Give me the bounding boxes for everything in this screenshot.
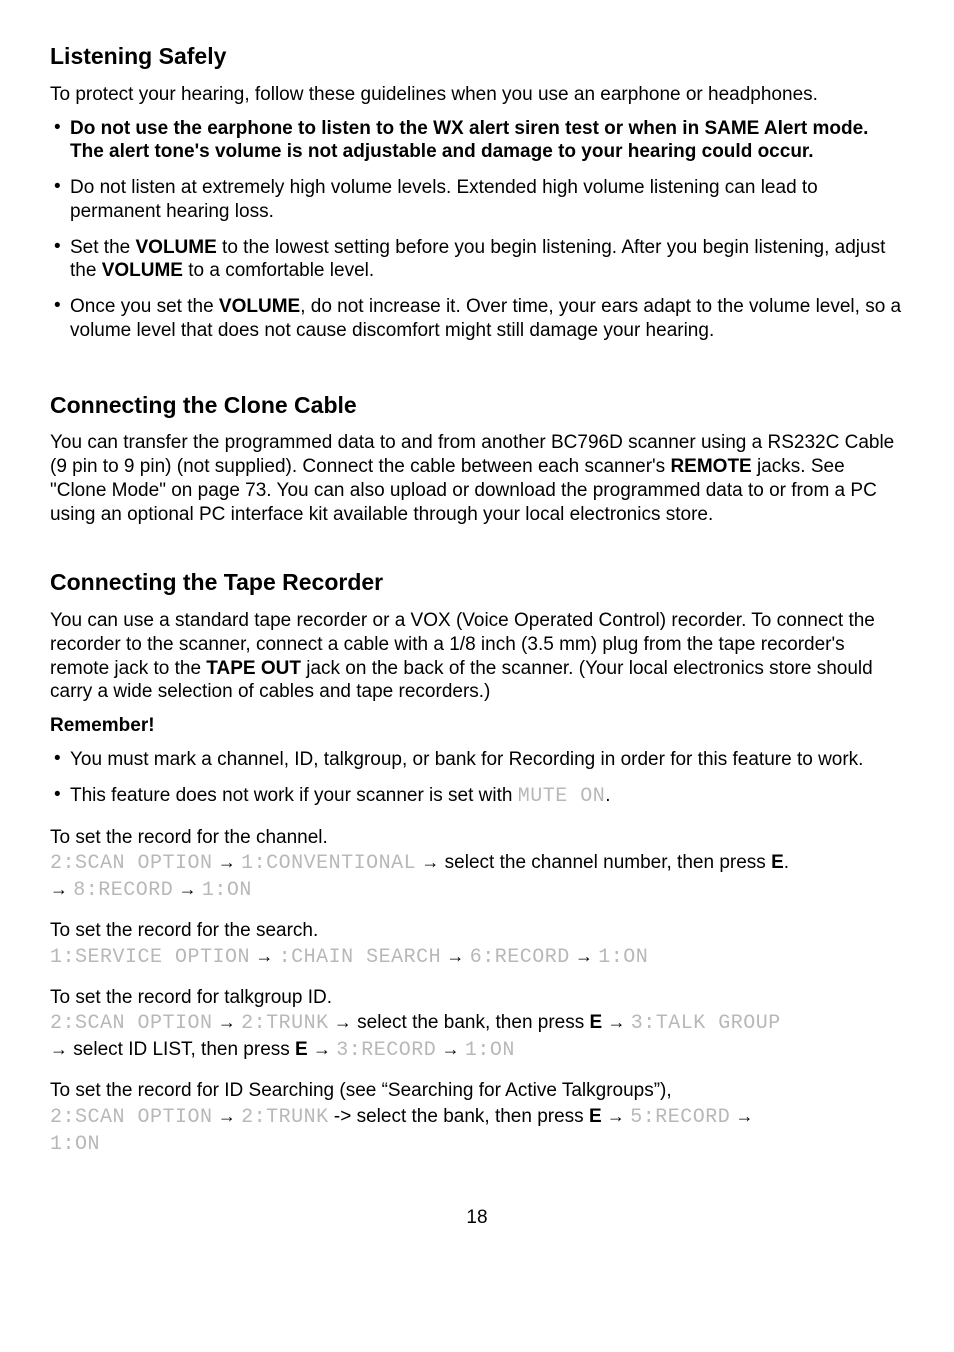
proc-title: To set the record for the channel. [50, 825, 904, 851]
proc-steps: 2:SCAN OPTION → 2:TRUNK → select the ban… [50, 1010, 904, 1064]
arrow-icon: → [607, 1106, 625, 1126]
key-e: E [589, 1106, 602, 1127]
proc-steps: 2:SCAN OPTION → 2:TRUNK -> select the ba… [50, 1104, 904, 1158]
listening-bullets: Do not use the earphone to listen to the… [50, 117, 904, 343]
lcd-step: 2:SCAN OPTION [50, 1106, 213, 1129]
arrow-icon: → [218, 1012, 236, 1032]
text: Once you set the [70, 296, 219, 317]
arrow-icon: → [575, 946, 593, 966]
text: select the bank, then press [352, 1012, 590, 1033]
lcd-step: 3:TALK GROUP [631, 1012, 781, 1035]
arrow-icon: → [255, 946, 273, 966]
arrow-icon: → [608, 1012, 626, 1032]
proc-title: To set the record for the search. [50, 918, 904, 944]
text: to a comfortable level. [183, 260, 374, 281]
arrow-icon: → [313, 1039, 331, 1059]
proc-steps: 1:SERVICE OPTION → :CHAIN SEARCH → 6:REC… [50, 944, 904, 971]
arrow-icon: → [446, 946, 464, 966]
proc-title: To set the record for ID Searching (see … [50, 1078, 904, 1104]
remember-heading: Remember! [50, 714, 904, 738]
page-number: 18 [50, 1206, 904, 1230]
paragraph-clone: You can transfer the programmed data to … [50, 431, 904, 526]
paragraph-tape: You can use a standard tape recorder or … [50, 609, 904, 704]
arrow-icon: → [442, 1039, 460, 1059]
arrow-icon: → [334, 1012, 352, 1032]
proc-record-talkgroup: To set the record for talkgroup ID. 2:SC… [50, 985, 904, 1065]
lcd-step: 1:ON [50, 1133, 100, 1156]
bullet-mute-on: This feature does not work if your scann… [50, 784, 904, 809]
bullet-no-increase: Once you set the VOLUME, do not increase… [50, 295, 904, 343]
intro-listening: To protect your hearing, follow these gu… [50, 83, 904, 107]
proc-record-id-search: To set the record for ID Searching (see … [50, 1078, 904, 1158]
proc-record-search: To set the record for the search. 1:SERV… [50, 918, 904, 971]
lcd-step: 1:ON [202, 879, 252, 902]
bullet-set-volume-low: Set the VOLUME to the lowest setting bef… [50, 236, 904, 284]
lcd-step: 2:SCAN OPTION [50, 852, 213, 875]
text: Set the [70, 237, 136, 258]
text: select the channel number, then press [439, 852, 771, 873]
arrow-icon: → [218, 1106, 236, 1126]
lcd-step: 1:ON [598, 946, 648, 969]
lcd-step: 5:RECORD [630, 1106, 730, 1129]
lcd-step: 6:RECORD [470, 946, 570, 969]
text: -> select the bank, then press [329, 1106, 589, 1127]
heading-listening-safely: Listening Safely [50, 42, 904, 71]
remember-bullets: You must mark a channel, ID, talkgroup, … [50, 748, 904, 809]
bullet-high-volume: Do not listen at extremely high volume l… [50, 176, 904, 224]
arrow-icon: → [50, 1039, 68, 1059]
proc-title: To set the record for talkgroup ID. [50, 985, 904, 1011]
bullet-no-earphone-wx-text: Do not use the earphone to listen to the… [70, 118, 868, 163]
text: This feature does not work if your scann… [70, 785, 518, 806]
lcd-step: 3:RECORD [336, 1039, 436, 1062]
lcd-step: 1:SERVICE OPTION [50, 946, 250, 969]
bullet-must-mark: You must mark a channel, ID, talkgroup, … [50, 748, 904, 772]
bullet-no-earphone-wx: Do not use the earphone to listen to the… [50, 117, 904, 165]
proc-record-channel: To set the record for the channel. 2:SCA… [50, 825, 904, 905]
lcd-mute-on: MUTE ON [518, 785, 606, 808]
arrow-icon: → [218, 852, 236, 872]
volume-label: VOLUME [102, 260, 183, 281]
remote-label: REMOTE [670, 456, 751, 477]
text: . [784, 852, 789, 873]
lcd-step: 2:SCAN OPTION [50, 1012, 213, 1035]
lcd-step: 2:TRUNK [241, 1106, 329, 1129]
volume-label: VOLUME [219, 296, 300, 317]
arrow-icon: → [736, 1106, 754, 1126]
lcd-step: 1:CONVENTIONAL [241, 852, 416, 875]
tape-out-label: TAPE OUT [206, 658, 301, 679]
heading-clone-cable: Connecting the Clone Cable [50, 391, 904, 420]
text: select ID LIST, then press [68, 1039, 295, 1060]
heading-tape-recorder: Connecting the Tape Recorder [50, 568, 904, 597]
lcd-step: :CHAIN SEARCH [279, 946, 442, 969]
lcd-step: 1:ON [465, 1039, 515, 1062]
lcd-step: 2:TRUNK [241, 1012, 329, 1035]
text: . [605, 785, 610, 806]
lcd-step: 8:RECORD [73, 879, 173, 902]
key-e: E [590, 1012, 603, 1033]
page: Listening Safely To protect your hearing… [0, 0, 954, 1352]
arrow-icon: → [50, 879, 68, 899]
arrow-icon: → [421, 852, 439, 872]
key-e: E [295, 1039, 308, 1060]
arrow-icon: → [179, 879, 197, 899]
volume-label: VOLUME [136, 237, 217, 258]
proc-steps: 2:SCAN OPTION → 1:CONVENTIONAL → select … [50, 850, 904, 904]
key-e: E [771, 852, 784, 873]
